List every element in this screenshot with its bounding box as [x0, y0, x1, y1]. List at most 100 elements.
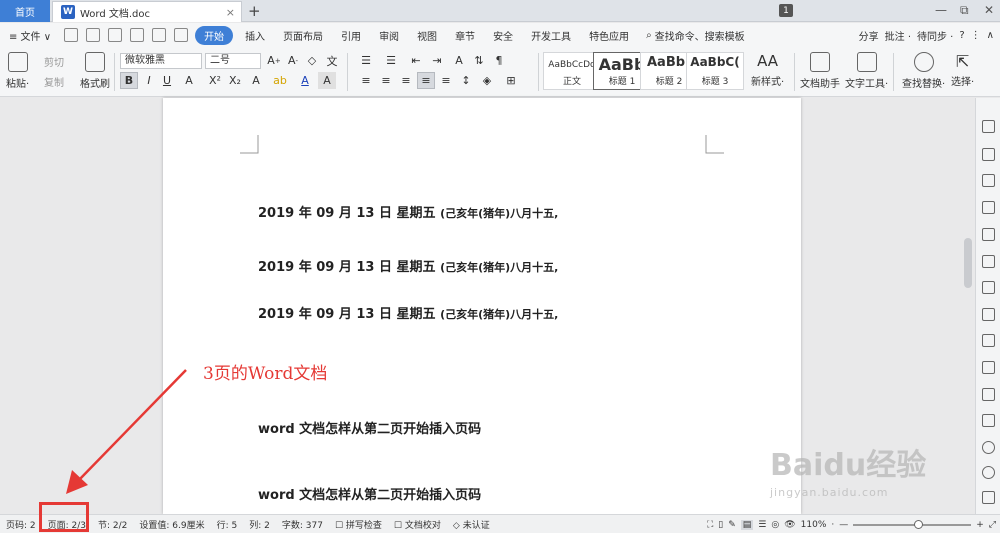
- tab-security[interactable]: 安全: [484, 28, 522, 43]
- italic-button[interactable]: I: [140, 72, 158, 89]
- spell-check-button[interactable]: ☐ 拼写检查: [329, 518, 388, 531]
- strikethrough-button[interactable]: A: [180, 72, 198, 89]
- text-tools-button[interactable]: 文字工具·: [845, 52, 888, 90]
- justify-icon[interactable]: ≡: [417, 72, 435, 89]
- bullets-icon[interactable]: ☰: [357, 52, 375, 69]
- shading-icon[interactable]: ◈: [478, 72, 496, 89]
- font-name-select[interactable]: 微软雅黑: [120, 53, 202, 69]
- certification-status[interactable]: ◇ 未认证: [447, 518, 496, 531]
- comment-button[interactable]: 批注 ·: [885, 28, 911, 43]
- pointer-icon[interactable]: [982, 148, 995, 161]
- document-icon[interactable]: [982, 308, 995, 321]
- phonetic-icon[interactable]: 文: [323, 52, 341, 69]
- chinese-layout-icon[interactable]: A: [450, 52, 468, 69]
- settings-sliders-icon[interactable]: [982, 281, 995, 294]
- tab-view[interactable]: 视图: [408, 28, 446, 43]
- document-line[interactable]: word 文档怎样从第二页开始插入页码: [258, 484, 481, 503]
- history-icon[interactable]: [982, 466, 995, 479]
- style-heading-3[interactable]: AaBbC( 标题 3: [686, 52, 744, 90]
- zoom-out-button[interactable]: —: [839, 520, 848, 530]
- increase-indent-icon[interactable]: ⇥: [428, 52, 446, 69]
- bold-button[interactable]: B: [120, 72, 138, 89]
- tab-references[interactable]: 引用: [332, 28, 370, 43]
- grow-font-icon[interactable]: A +: [265, 52, 283, 69]
- outline-view-icon[interactable]: ☰: [758, 520, 766, 530]
- command-search[interactable]: ⌕ 查找命令、搜索模板: [646, 28, 745, 43]
- new-tab-button[interactable]: +: [248, 2, 261, 20]
- status-col[interactable]: 列: 2: [243, 518, 276, 531]
- select-button[interactable]: ⇱ 选择·: [951, 52, 974, 88]
- print-icon[interactable]: [108, 28, 123, 42]
- status-word-count[interactable]: 字数: 377: [276, 518, 329, 531]
- settings-icon[interactable]: [982, 491, 995, 504]
- share-icon[interactable]: [982, 388, 995, 401]
- more-icon[interactable]: ⋮: [971, 30, 981, 41]
- undo-icon[interactable]: [152, 28, 167, 42]
- document-line[interactable]: 2019 年 09 月 13 日 星期五 (己亥年(猪年)八月十五,: [258, 202, 558, 221]
- reference-icon[interactable]: [982, 361, 995, 374]
- window-close-icon[interactable]: ✕: [984, 3, 994, 17]
- align-left-icon[interactable]: ≡: [357, 72, 375, 89]
- status-row[interactable]: 行: 5: [211, 518, 244, 531]
- table-icon[interactable]: [982, 228, 995, 241]
- font-size-select[interactable]: 二号: [205, 53, 261, 69]
- image-icon[interactable]: [982, 414, 995, 427]
- align-center-icon[interactable]: ≡: [377, 72, 395, 89]
- web-view-icon[interactable]: ◎: [771, 520, 779, 530]
- show-marks-icon[interactable]: ¶: [490, 52, 508, 69]
- fullscreen-icon[interactable]: ⛶: [707, 520, 713, 530]
- reading-mode-icon[interactable]: ▯: [718, 520, 723, 530]
- highlight-button[interactable]: ab: [271, 72, 289, 89]
- cut-button[interactable]: 剪切: [44, 54, 64, 69]
- vertical-scrollbar-thumb[interactable]: [964, 238, 972, 288]
- tab-review[interactable]: 审阅: [370, 28, 408, 43]
- zoom-slider[interactable]: [853, 519, 972, 529]
- decrease-indent-icon[interactable]: ⇤: [407, 52, 425, 69]
- share-button[interactable]: 分享: [859, 28, 879, 43]
- tab-start[interactable]: 开始: [195, 25, 234, 45]
- zoom-slider-knob[interactable]: [914, 519, 924, 529]
- tab-insert[interactable]: 插入: [236, 28, 274, 43]
- eye-protect-icon[interactable]: 👁: [784, 520, 795, 530]
- align-right-icon[interactable]: ≡: [397, 72, 415, 89]
- new-style-button[interactable]: AA 新样式·: [751, 52, 784, 88]
- zoom-in-button[interactable]: +: [976, 520, 984, 530]
- sync-button[interactable]: 待同步 ·: [917, 28, 953, 43]
- restore-icon[interactable]: ⧉: [960, 3, 969, 18]
- window-count-badge[interactable]: 1: [779, 4, 793, 17]
- export-icon[interactable]: [982, 334, 995, 347]
- document-page[interactable]: 2019 年 09 月 13 日 星期五 (己亥年(猪年)八月十五, 2019 …: [163, 98, 801, 514]
- tab-special[interactable]: 特色应用: [580, 28, 638, 43]
- close-tab-icon[interactable]: ×: [226, 6, 235, 19]
- char-shading-button[interactable]: A: [318, 72, 336, 89]
- document-line[interactable]: 2019 年 09 月 13 日 星期五 (己亥年(猪年)八月十五,: [258, 256, 558, 275]
- zoom-level[interactable]: 110%: [801, 520, 827, 530]
- page-view-icon[interactable]: ▤: [740, 519, 754, 530]
- font-color-button[interactable]: A: [296, 72, 314, 89]
- pdf-icon[interactable]: [86, 28, 101, 42]
- document-line[interactable]: word 文档怎样从第二页开始插入页码: [258, 418, 481, 437]
- underline-button[interactable]: U: [158, 72, 176, 89]
- save-icon[interactable]: [64, 28, 79, 42]
- borders-icon[interactable]: ⊞: [502, 72, 520, 89]
- file-menu[interactable]: ≡ 文件 ∨: [0, 28, 60, 43]
- style-icon[interactable]: [982, 201, 995, 214]
- tab-developer[interactable]: 开发工具: [522, 28, 580, 43]
- distribute-icon[interactable]: ≡: [437, 72, 455, 89]
- preview-icon[interactable]: [130, 28, 145, 42]
- shrink-font-icon[interactable]: A-: [284, 52, 302, 69]
- numbering-icon[interactable]: ☰: [382, 52, 400, 69]
- tab-document[interactable]: W Word 文档.doc ×: [52, 1, 242, 22]
- zoom-dropdown-icon[interactable]: ·: [831, 520, 834, 530]
- tab-page-layout[interactable]: 页面布局: [274, 28, 332, 43]
- tab-section[interactable]: 章节: [446, 28, 484, 43]
- clear-format-icon[interactable]: ◇: [303, 52, 321, 69]
- find-replace-button[interactable]: 查找替换·: [902, 52, 945, 90]
- minimize-icon[interactable]: —: [935, 3, 947, 17]
- doc-check-button[interactable]: ☐ 文档校对: [388, 518, 447, 531]
- line-spacing-icon[interactable]: ↕: [457, 72, 475, 89]
- layout-icon[interactable]: [982, 174, 995, 187]
- copy-button[interactable]: 复制: [44, 74, 64, 89]
- subscript-button[interactable]: X₂: [226, 72, 244, 89]
- pen-icon[interactable]: [982, 120, 995, 133]
